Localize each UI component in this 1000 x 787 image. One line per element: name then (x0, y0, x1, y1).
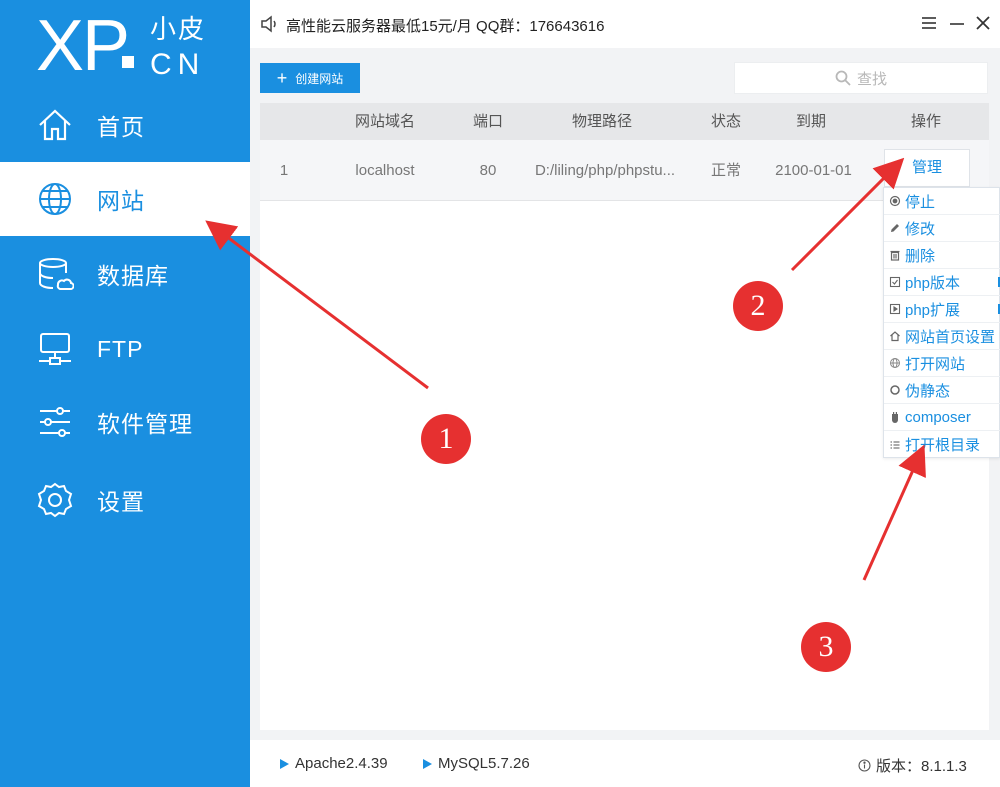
sidebar-item-ftp[interactable]: FTP (0, 312, 250, 386)
menu-item-php-version[interactable]: php版本 (884, 269, 1000, 296)
sliders-icon (40, 407, 70, 437)
menu-item-homepage-settings[interactable]: 网站首页设置 (884, 323, 1000, 350)
status-footer: Apache2.4.39 MySQL5.7.26 版本：8.1.1.3 (250, 740, 1000, 787)
list-icon (890, 440, 900, 449)
row-domain: localhost (355, 162, 415, 179)
menu-item-label: 删除 (905, 247, 936, 265)
row-expiry: 2100-01-01 (775, 162, 852, 179)
title-bar: 高性能云服务器最低15元/月 QQ群：176643616 (250, 0, 1000, 48)
menu-item-stop[interactable]: 停止 (884, 188, 1000, 215)
mysql-service-label: MySQL5.7.26 (438, 755, 530, 772)
speaker-icon (261, 15, 276, 33)
row-port: 80 (479, 162, 497, 179)
column-header-expiry: 到期 (795, 113, 826, 130)
annotation-badge-2: 2 (733, 281, 783, 331)
menu-item-label: 打开根目录 (905, 437, 981, 454)
globe-icon (39, 183, 71, 215)
menu-item-composer[interactable]: composer (884, 404, 1000, 431)
logo-main: XP (36, 6, 130, 86)
website-table: 网站域名 端口 物理路径 状态 到期 操作 1 localhost 80 D:/… (260, 103, 989, 730)
globe-small-icon (890, 358, 900, 368)
composer-icon (892, 412, 898, 423)
logo-dot (122, 56, 134, 68)
menu-item-label: php版本 (905, 274, 961, 292)
app-window: XP 小皮 CN 首页 网站 数据库 FTP 软件管理 设置 高性能云服务器最低… (0, 0, 1000, 787)
menu-icon[interactable] (918, 12, 940, 34)
sidebar-item-label: 软件管理 (97, 411, 193, 437)
database-icon (39, 258, 74, 290)
php-version-icon (889, 276, 901, 288)
logo-cn-top: 小皮 (150, 14, 207, 44)
create-website-label: 创建网站 (295, 71, 344, 86)
menu-item-label: 打开网站 (905, 355, 966, 373)
apache-service-label: Apache2.4.39 (295, 755, 388, 772)
play-icon (280, 758, 289, 769)
menu-item-rewrite[interactable]: 伪静态 (884, 377, 1000, 404)
menu-item-open-root-dir[interactable]: 打开根目录 (884, 431, 1000, 458)
table-header: 网站域名 端口 物理路径 状态 到期 操作 (260, 103, 989, 140)
create-website-button[interactable]: + 创建网站 (260, 63, 360, 93)
plus-icon: + (276, 68, 288, 88)
annotation-badge-1: 1 (421, 414, 471, 464)
sidebar-item-software[interactable]: 软件管理 (0, 385, 250, 459)
notice-text: 高性能云服务器最低15元/月 QQ群：176643616 (286, 18, 605, 35)
apache-service-button[interactable]: Apache2.4.39 (280, 755, 388, 772)
sidebar-item-settings[interactable]: 设置 (0, 463, 250, 537)
menu-item-label: 修改 (905, 220, 936, 238)
php-extension-icon (889, 303, 901, 315)
menu-item-php-extension[interactable]: php扩展 (884, 296, 1000, 323)
rewrite-icon (890, 385, 900, 395)
sidebar-item-label: FTP (97, 335, 144, 362)
menu-item-label: composer (905, 408, 971, 426)
column-header-status: 状态 (710, 113, 741, 130)
home-small-icon (890, 331, 900, 342)
menu-item-label: php扩展 (905, 301, 961, 319)
version-text: 版本：8.1.1.3 (876, 758, 967, 775)
annotation-badge-3: 3 (801, 622, 851, 672)
row-index: 1 (279, 162, 289, 179)
ftp-icon (39, 333, 71, 365)
column-header-action: 操作 (910, 113, 941, 130)
logo: XP 小皮 CN (36, 6, 226, 86)
play-icon (423, 758, 432, 769)
search-input[interactable]: 查找 (734, 62, 988, 94)
info-icon (858, 759, 871, 772)
menu-item-label: 网站首页设置 (905, 328, 996, 346)
menu-item-label: 停止 (905, 193, 936, 211)
sidebar-item-label: 数据库 (97, 263, 169, 289)
sidebar-item-database[interactable]: 数据库 (0, 237, 250, 311)
row-path: D:/liling/php/phpstu... (534, 162, 676, 179)
home-icon (39, 109, 71, 141)
close-icon[interactable] (972, 12, 994, 34)
manage-dropdown-menu: 停止 修改 删除 php版本 php扩展 网站首页设置 打开网站 伪静态 com… (883, 187, 1000, 458)
edit-icon (891, 224, 899, 232)
sidebar-item-label: 网站 (97, 188, 145, 214)
column-header-path: 物理路径 (571, 113, 632, 130)
sidebar-item-home[interactable]: 首页 (0, 88, 250, 162)
table-row[interactable]: 1 localhost 80 D:/liling/php/phpstu... 正… (260, 140, 989, 201)
row-status: 正常 (710, 162, 741, 179)
sidebar-item-label: 设置 (97, 489, 145, 515)
sidebar-item-label: 首页 (97, 114, 145, 140)
gear-icon (37, 482, 73, 518)
menu-item-label: 伪静态 (905, 382, 951, 400)
minimize-icon[interactable] (946, 12, 968, 34)
manage-button[interactable]: 管理 (884, 149, 970, 187)
mysql-service-button[interactable]: MySQL5.7.26 (423, 755, 530, 772)
menu-item-edit[interactable]: 修改 (884, 215, 1000, 242)
menu-item-open-website[interactable]: 打开网站 (884, 350, 1000, 377)
stop-icon (889, 195, 901, 207)
search-icon (835, 70, 851, 86)
column-header-port: 端口 (472, 113, 503, 130)
search-placeholder: 查找 (856, 70, 887, 88)
logo-cn-bottom: CN (150, 48, 206, 81)
menu-item-delete[interactable]: 删除 (884, 242, 1000, 269)
sidebar: XP 小皮 CN 首页 网站 数据库 FTP 软件管理 设置 (0, 0, 250, 787)
sidebar-item-website[interactable]: 网站 (0, 162, 250, 236)
trash-icon (890, 250, 900, 261)
version-info: 版本：8.1.1.3 (858, 755, 967, 776)
column-header-domain: 网站域名 (354, 113, 415, 130)
